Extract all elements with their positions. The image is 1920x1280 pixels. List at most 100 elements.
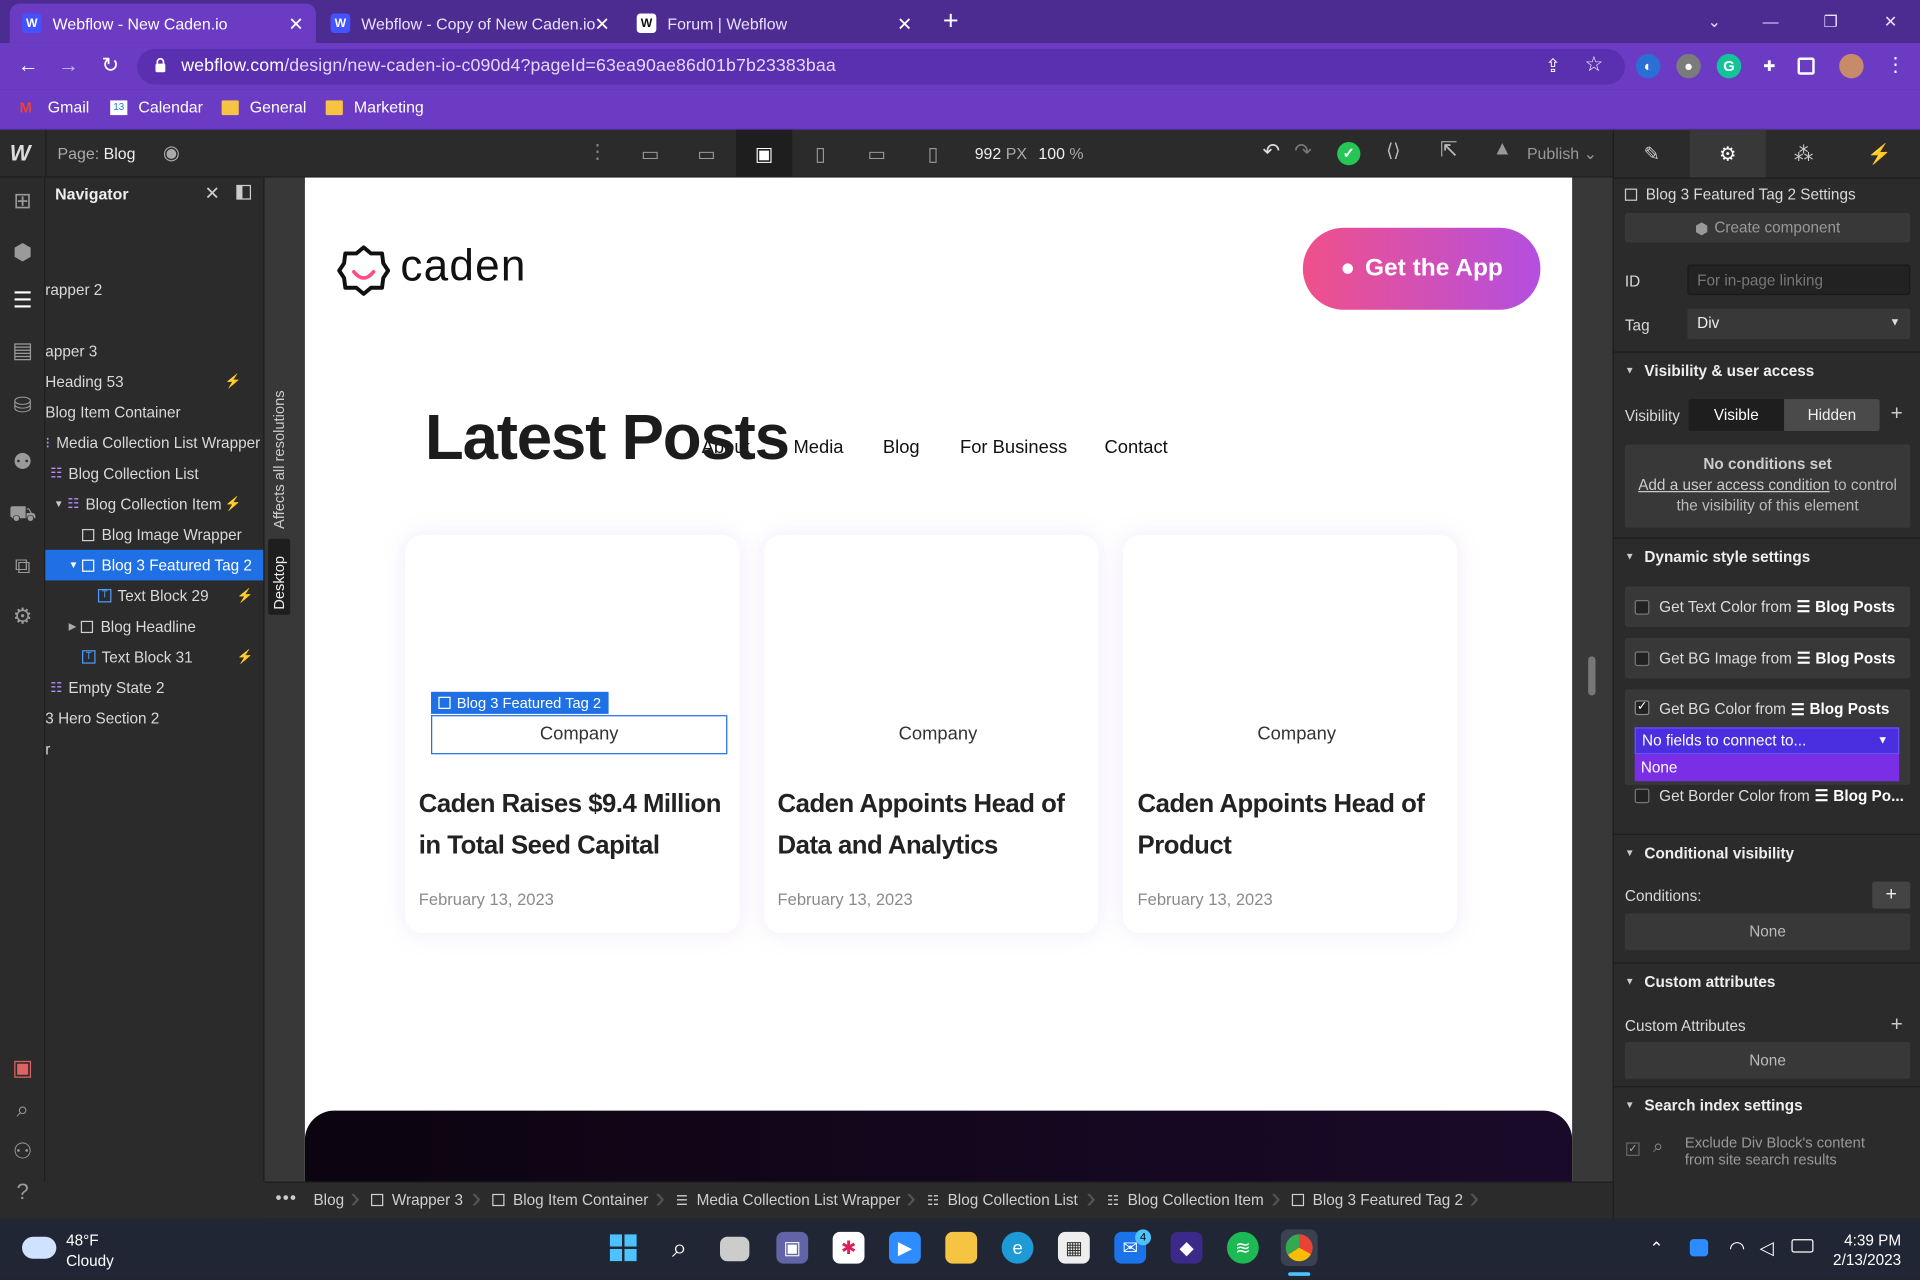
navigator-icon[interactable]: ☰: [9, 287, 37, 315]
puzzle-icon[interactable]: ✚: [1757, 54, 1781, 78]
nav-link-blog[interactable]: Blog: [883, 437, 920, 458]
tablet-breakpoint-icon[interactable]: ▯: [792, 130, 848, 178]
extension-icon[interactable]: ◐: [1635, 53, 1661, 79]
audit-icon[interactable]: ▣: [9, 1054, 37, 1082]
file-explorer-icon[interactable]: [945, 1231, 978, 1264]
chrome-icon[interactable]: [1280, 1229, 1318, 1267]
search-icon[interactable]: ⌕: [9, 1096, 37, 1124]
checkbox[interactable]: [1634, 599, 1650, 615]
nav-item[interactable]: rapper 2: [45, 274, 102, 305]
bg-color-field-select[interactable]: No fields to connect to... ▼: [1634, 727, 1900, 755]
tab-webflow-copy[interactable]: W Webflow - Copy of New Caden.io ✕: [318, 4, 622, 43]
ecommerce-cart-icon[interactable]: ⛟: [9, 500, 37, 528]
users-icon[interactable]: ⚉: [9, 448, 37, 476]
create-component-button[interactable]: ⬢ Create component: [1624, 213, 1911, 243]
nav-link-media[interactable]: Media: [793, 437, 843, 458]
checkbox[interactable]: [1634, 650, 1650, 666]
nav-link-contact[interactable]: Contact: [1104, 437, 1167, 458]
teams-icon[interactable]: ▣: [776, 1231, 809, 1264]
extension-icon[interactable]: ●: [1676, 53, 1701, 79]
custom-attributes-section-header[interactable]: ▼ Custom attributes: [1613, 962, 1920, 999]
close-icon[interactable]: ✕: [204, 182, 219, 205]
grammarly-icon[interactable]: G: [1716, 53, 1742, 79]
nav-item[interactable]: ⁝ Media Collection List Wrapper: [45, 427, 260, 458]
card-title[interactable]: Caden Raises $9.4 Million in Total Seed C…: [419, 784, 722, 867]
bookmark-general[interactable]: General: [221, 98, 306, 116]
dock-panel-icon[interactable]: [236, 184, 252, 200]
nav-item[interactable]: T Text Block 29 ⚡: [97, 580, 253, 611]
microsoft-store-icon[interactable]: ▦: [1057, 1231, 1090, 1264]
cloud-icon[interactable]: [22, 1236, 57, 1259]
zoom-tray-icon[interactable]: [1689, 1239, 1709, 1257]
export-icon[interactable]: ⇱: [1440, 138, 1457, 162]
saved-check-icon[interactable]: ✓: [1337, 142, 1361, 166]
checkbox-checked[interactable]: ✓: [1626, 1142, 1640, 1156]
publish-button[interactable]: Publish ⌄: [1527, 144, 1597, 164]
card-title[interactable]: Caden Appoints Head of Product: [1138, 784, 1425, 867]
forward-icon[interactable]: →: [55, 54, 82, 78]
slack-icon[interactable]: ✱: [832, 1231, 865, 1264]
design-canvas[interactable]: caden About Media Blog For Business Cont…: [304, 177, 1573, 1182]
edge-icon[interactable]: e: [1001, 1231, 1034, 1264]
search-icon[interactable]: ⌕: [664, 1232, 696, 1264]
mobile-landscape-breakpoint-icon[interactable]: ▭: [849, 130, 905, 178]
dynamic-border-color-row[interactable]: Get Border Color from ☰ Blog Po...: [1625, 775, 1910, 815]
breadcrumb-item[interactable]: ☷ Blog Collection List: [927, 1182, 1078, 1219]
task-view-icon[interactable]: [720, 1236, 750, 1262]
windows-start-icon[interactable]: [607, 1232, 639, 1264]
settings-gear-icon[interactable]: ⚙: [1689, 129, 1766, 178]
more-dots-icon[interactable]: ⋮: [588, 140, 608, 164]
id-input[interactable]: For in-page linking: [1687, 264, 1911, 296]
caret-right-icon[interactable]: ▶: [69, 621, 77, 632]
visibility-section-header[interactable]: ▼ Visibility & user access: [1613, 351, 1920, 388]
more-dots-icon[interactable]: •••: [276, 1188, 298, 1208]
conditional-visibility-section-header[interactable]: ▼ Conditional visibility: [1613, 833, 1920, 871]
nav-item[interactable]: ☷ Empty State 2: [50, 672, 164, 703]
nav-link-for-business[interactable]: For Business: [960, 437, 1067, 458]
nav-item[interactable]: Blog Image Wrapper: [82, 519, 242, 550]
tab-webflow-new-caden[interactable]: W Webflow - New Caden.io ✕: [9, 3, 316, 43]
checkbox-checked[interactable]: ✓: [1634, 700, 1650, 716]
tab-forum-webflow[interactable]: W Forum | Webflow ✕: [624, 4, 924, 43]
minimize-icon[interactable]: —: [1742, 0, 1798, 43]
resize-handle[interactable]: [1588, 656, 1596, 696]
settings-gear-icon[interactable]: ⚙: [9, 602, 37, 630]
nav-item[interactable]: apper 3: [45, 336, 97, 367]
pages-icon[interactable]: ▤: [9, 337, 37, 365]
add-condition-link[interactable]: Add a user access condition: [1638, 476, 1829, 493]
weather-widget[interactable]: 48°F Cloudy: [66, 1231, 114, 1273]
volume-icon[interactable]: ◁: [1760, 1237, 1774, 1259]
code-icon[interactable]: ⟨⟩: [1386, 140, 1400, 162]
app-icon[interactable]: ◆: [1170, 1231, 1203, 1264]
bookmark-marketing[interactable]: Marketing: [325, 98, 424, 116]
wifi-icon[interactable]: ◠: [1729, 1237, 1745, 1259]
add-icon[interactable]: +: [1891, 1013, 1903, 1037]
preview-eye-icon[interactable]: ◉: [163, 141, 180, 165]
dynamic-style-section-header[interactable]: ▼ Dynamic style settings: [1613, 537, 1920, 575]
add-condition-button[interactable]: +: [1872, 881, 1911, 909]
desktop-large-breakpoint-icon[interactable]: ▭: [622, 130, 678, 178]
style-manager-icon[interactable]: ⁂: [1766, 130, 1842, 178]
symbols-cube-icon[interactable]: ⬢: [9, 239, 37, 267]
add-panel-icon[interactable]: ⊞: [9, 187, 37, 215]
nav-item[interactable]: Heading 53 ⚡: [45, 366, 253, 397]
add-icon[interactable]: +: [1891, 402, 1903, 426]
nav-item-selected[interactable]: ▼ Blog 3 Featured Tag 2: [45, 549, 264, 581]
caret-down-icon[interactable]: ▼: [69, 560, 79, 571]
dynamic-bg-image-row[interactable]: Get BG Image from ☰ Blog Posts: [1624, 637, 1911, 679]
help-icon[interactable]: ?: [9, 1178, 37, 1206]
collaborators-icon[interactable]: ⚇: [9, 1138, 37, 1166]
get-the-app-button[interactable]: ● Get the App: [1302, 227, 1541, 310]
nav-item[interactable]: 3 Hero Section 2: [45, 703, 159, 734]
nav-item[interactable]: ▼ ☷ Blog Collection Item ⚡: [54, 489, 254, 520]
style-brush-icon[interactable]: ✎: [1614, 130, 1690, 178]
nav-item[interactable]: ▶ Blog Headline: [69, 611, 196, 642]
desktop-base-breakpoint-icon[interactable]: ▣: [735, 129, 793, 178]
restore-icon[interactable]: ❐: [1802, 0, 1858, 43]
bookmark-gmail[interactable]: M Gmail: [20, 98, 90, 116]
menu-dots-icon[interactable]: ⋮: [1886, 53, 1906, 77]
nav-item[interactable]: r: [45, 733, 50, 764]
assets-icon[interactable]: ⧉: [9, 552, 37, 580]
star-icon[interactable]: ☆: [1584, 53, 1603, 77]
nav-item[interactable]: ☷ Blog Collection List: [50, 458, 198, 489]
